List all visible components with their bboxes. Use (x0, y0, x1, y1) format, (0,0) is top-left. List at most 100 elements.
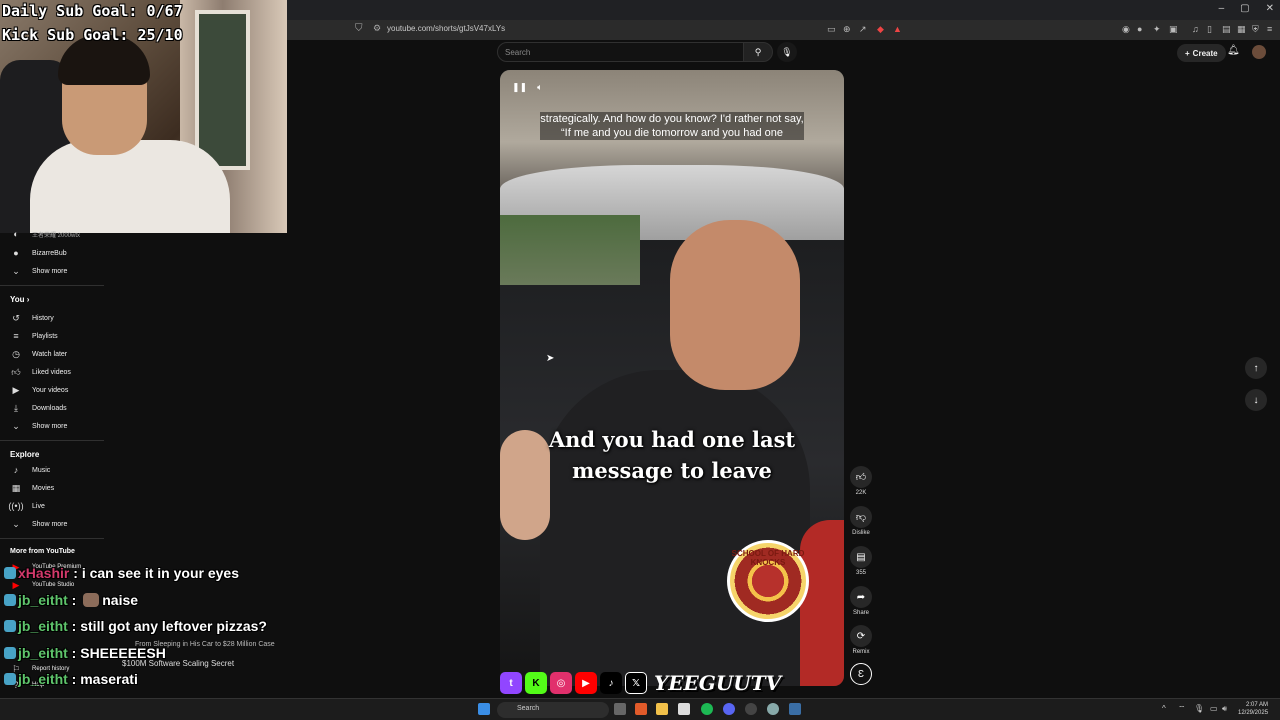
extension-icon[interactable]: ▣ (1169, 24, 1178, 35)
obs-icon[interactable] (745, 703, 757, 715)
network-icon[interactable]: ⌔ (1178, 704, 1186, 714)
extension-icon[interactable]: ◉ (1122, 24, 1130, 35)
search-input[interactable]: Search (497, 42, 745, 62)
address-bar[interactable]: ⛉ ⚙ youtube.com/shorts/gtJsV47xLYs ▭ ⊕ ↗… (287, 20, 1280, 40)
live-icon: ((•)) (8, 501, 24, 511)
file-explorer-icon[interactable] (656, 703, 668, 715)
windows-start-icon[interactable] (478, 703, 490, 715)
sidebar-item-downloads[interactable]: ⤓ Downloads (0, 399, 104, 417)
tray-chevron-icon[interactable]: ^ (1162, 704, 1166, 713)
share-button[interactable]: ➦ Share (848, 586, 874, 616)
bookmark-icon[interactable]: ⛉ (355, 23, 363, 34)
sidebar-item-history[interactable]: ↺ History (0, 309, 104, 327)
minimize-icon[interactable]: – (1219, 3, 1225, 14)
vpn-icon[interactable]: ⛨ (1252, 24, 1259, 35)
divider (0, 538, 104, 539)
sidebar-item-watch-later[interactable]: ◷ Watch later (0, 345, 104, 363)
voice-search-icon[interactable]: 🎙 (777, 42, 797, 62)
create-button[interactable]: + Create (1177, 44, 1226, 62)
extension-icon[interactable]: ● (1137, 24, 1142, 34)
search-button[interactable]: ⚲ (743, 42, 773, 62)
you-heading[interactable]: You › (10, 295, 29, 304)
sidebar-show-more[interactable]: ⌄ Show more (0, 515, 104, 533)
brave-icon[interactable] (635, 703, 647, 715)
chat-message: jb_eitht : maserati (4, 671, 138, 687)
caption-main: And you had one last message to leave (548, 427, 796, 483)
volume-icon[interactable]: 🔈︎ (537, 82, 542, 93)
spotify-icon[interactable] (701, 703, 713, 715)
video-car-window (500, 215, 640, 285)
wallet-icon[interactable]: ▦ (1237, 24, 1246, 35)
sidebar-show-more[interactable]: ⌄ Show more (0, 262, 104, 280)
dislike-button[interactable]: 👎︎ Dislike (848, 506, 874, 536)
previous-short-button[interactable]: ↑ (1245, 357, 1267, 379)
next-short-button[interactable]: ↓ (1245, 389, 1267, 411)
maximize-icon[interactable]: ▢ (1240, 3, 1249, 14)
zoom-icon[interactable]: ⊕ (843, 24, 851, 35)
remix-label: Remix (852, 649, 870, 655)
twitch-icon: t (500, 672, 522, 694)
url-text[interactable]: youtube.com/shorts/gtJsV47xLYs (387, 24, 505, 33)
channel-avatar-icon: ● (13, 248, 19, 258)
sidebar-item-label: Live (32, 502, 45, 510)
youtube-icon: ▶ (575, 672, 597, 694)
streamer-tag: YEEGUUTV (654, 671, 782, 695)
brave-shield-icon[interactable]: ◆ (877, 24, 884, 35)
cast-icon[interactable]: ▭ (827, 24, 836, 35)
display-icon[interactable]: ▭ (1210, 704, 1218, 713)
sidebar-item-music[interactable]: ♪ Music (0, 461, 104, 479)
pause-icon[interactable]: ❚❚ (512, 82, 527, 93)
mic-icon[interactable]: 🎙︎ (1194, 704, 1204, 713)
comments-button[interactable]: ▤ 355 (848, 546, 874, 576)
task-view-icon[interactable] (614, 703, 626, 715)
sidebar-item-bizarrebub[interactable]: ● BizarreBub (0, 244, 104, 262)
sidebar-icon[interactable]: ▯ (1207, 24, 1212, 35)
sidebar-item-live[interactable]: ((•)) Live (0, 497, 104, 515)
remix-button[interactable]: ⟳ Remix (848, 625, 874, 655)
sidebar-item-label: Downloads (32, 404, 67, 412)
thumbs-up-icon: 👍︎ (850, 466, 872, 488)
sidebar-item-playlists[interactable]: ≡ Playlists (0, 327, 104, 345)
sidebar-item-label: Show more (32, 422, 68, 430)
chat-badge-icon (4, 620, 16, 632)
shorts-video-player[interactable]: ❚❚ 🔈︎ strategically. And how do you know… (500, 70, 844, 686)
comment-count: 355 (855, 570, 866, 576)
channel-avatar-button[interactable]: Ɛ (848, 663, 874, 685)
playlists-icon: ≡ (13, 331, 19, 341)
notepad-icon[interactable] (678, 703, 690, 715)
media-icon[interactable]: ♫ (1192, 24, 1199, 34)
sidebar-item-partial[interactable]: ◐ 王者荣耀 2000wtx (0, 228, 104, 240)
sidebar-item-label: YouTube Studio (32, 582, 75, 588)
chat-text: maserati (80, 671, 138, 687)
sidebar-item-liked-videos[interactable]: 👍︎ Liked videos (0, 363, 104, 381)
volume-icon[interactable]: 🔊︎ (1222, 704, 1227, 714)
rewards-icon[interactable]: ▲ (893, 24, 902, 34)
sidebar-show-more[interactable]: ⌄ Show more (0, 417, 104, 435)
avatar[interactable] (1252, 45, 1266, 59)
sidebar-item-label: Show more (32, 267, 68, 275)
thumbs-down-icon: 👎︎ (850, 506, 872, 528)
discord-icon[interactable] (723, 703, 735, 715)
chat-text: SHEEEEESH (80, 645, 166, 661)
sidebar-item-your-videos[interactable]: ▶ Your videos (0, 381, 104, 399)
puzzle-icon[interactable]: ✦ (1153, 24, 1161, 35)
menu-icon[interactable]: ≡ (1267, 24, 1272, 34)
close-icon[interactable]: ✕ (1266, 3, 1274, 14)
site-info-icon[interactable]: ⚙ (373, 23, 381, 34)
tab-icon[interactable]: ▤ (1222, 24, 1231, 35)
sidebar-item-label: History (32, 314, 54, 322)
taskbar-search[interactable]: Search (497, 702, 609, 718)
chat-message: jb_eitht : SHEEEEESH (4, 645, 166, 661)
settings-icon[interactable] (767, 703, 779, 715)
remix-icon: ⟳ (850, 625, 872, 647)
sidebar-item-movies[interactable]: ▦ Movies (0, 479, 104, 497)
taskbar-search-label: Search (517, 705, 540, 712)
youtube-studio-icon: ▶ (12, 579, 20, 590)
chat-badge-icon (4, 647, 16, 659)
share-icon[interactable]: ↗ (859, 24, 867, 35)
kick-icon: K (525, 672, 547, 694)
taskbar-clock[interactable]: 2:07 AM 12/29/2025 (1238, 701, 1268, 717)
like-button[interactable]: 👍︎ 22K (848, 466, 874, 496)
notifications-icon[interactable]: 🔔︎ (1227, 45, 1240, 56)
steam-icon[interactable] (789, 703, 801, 715)
